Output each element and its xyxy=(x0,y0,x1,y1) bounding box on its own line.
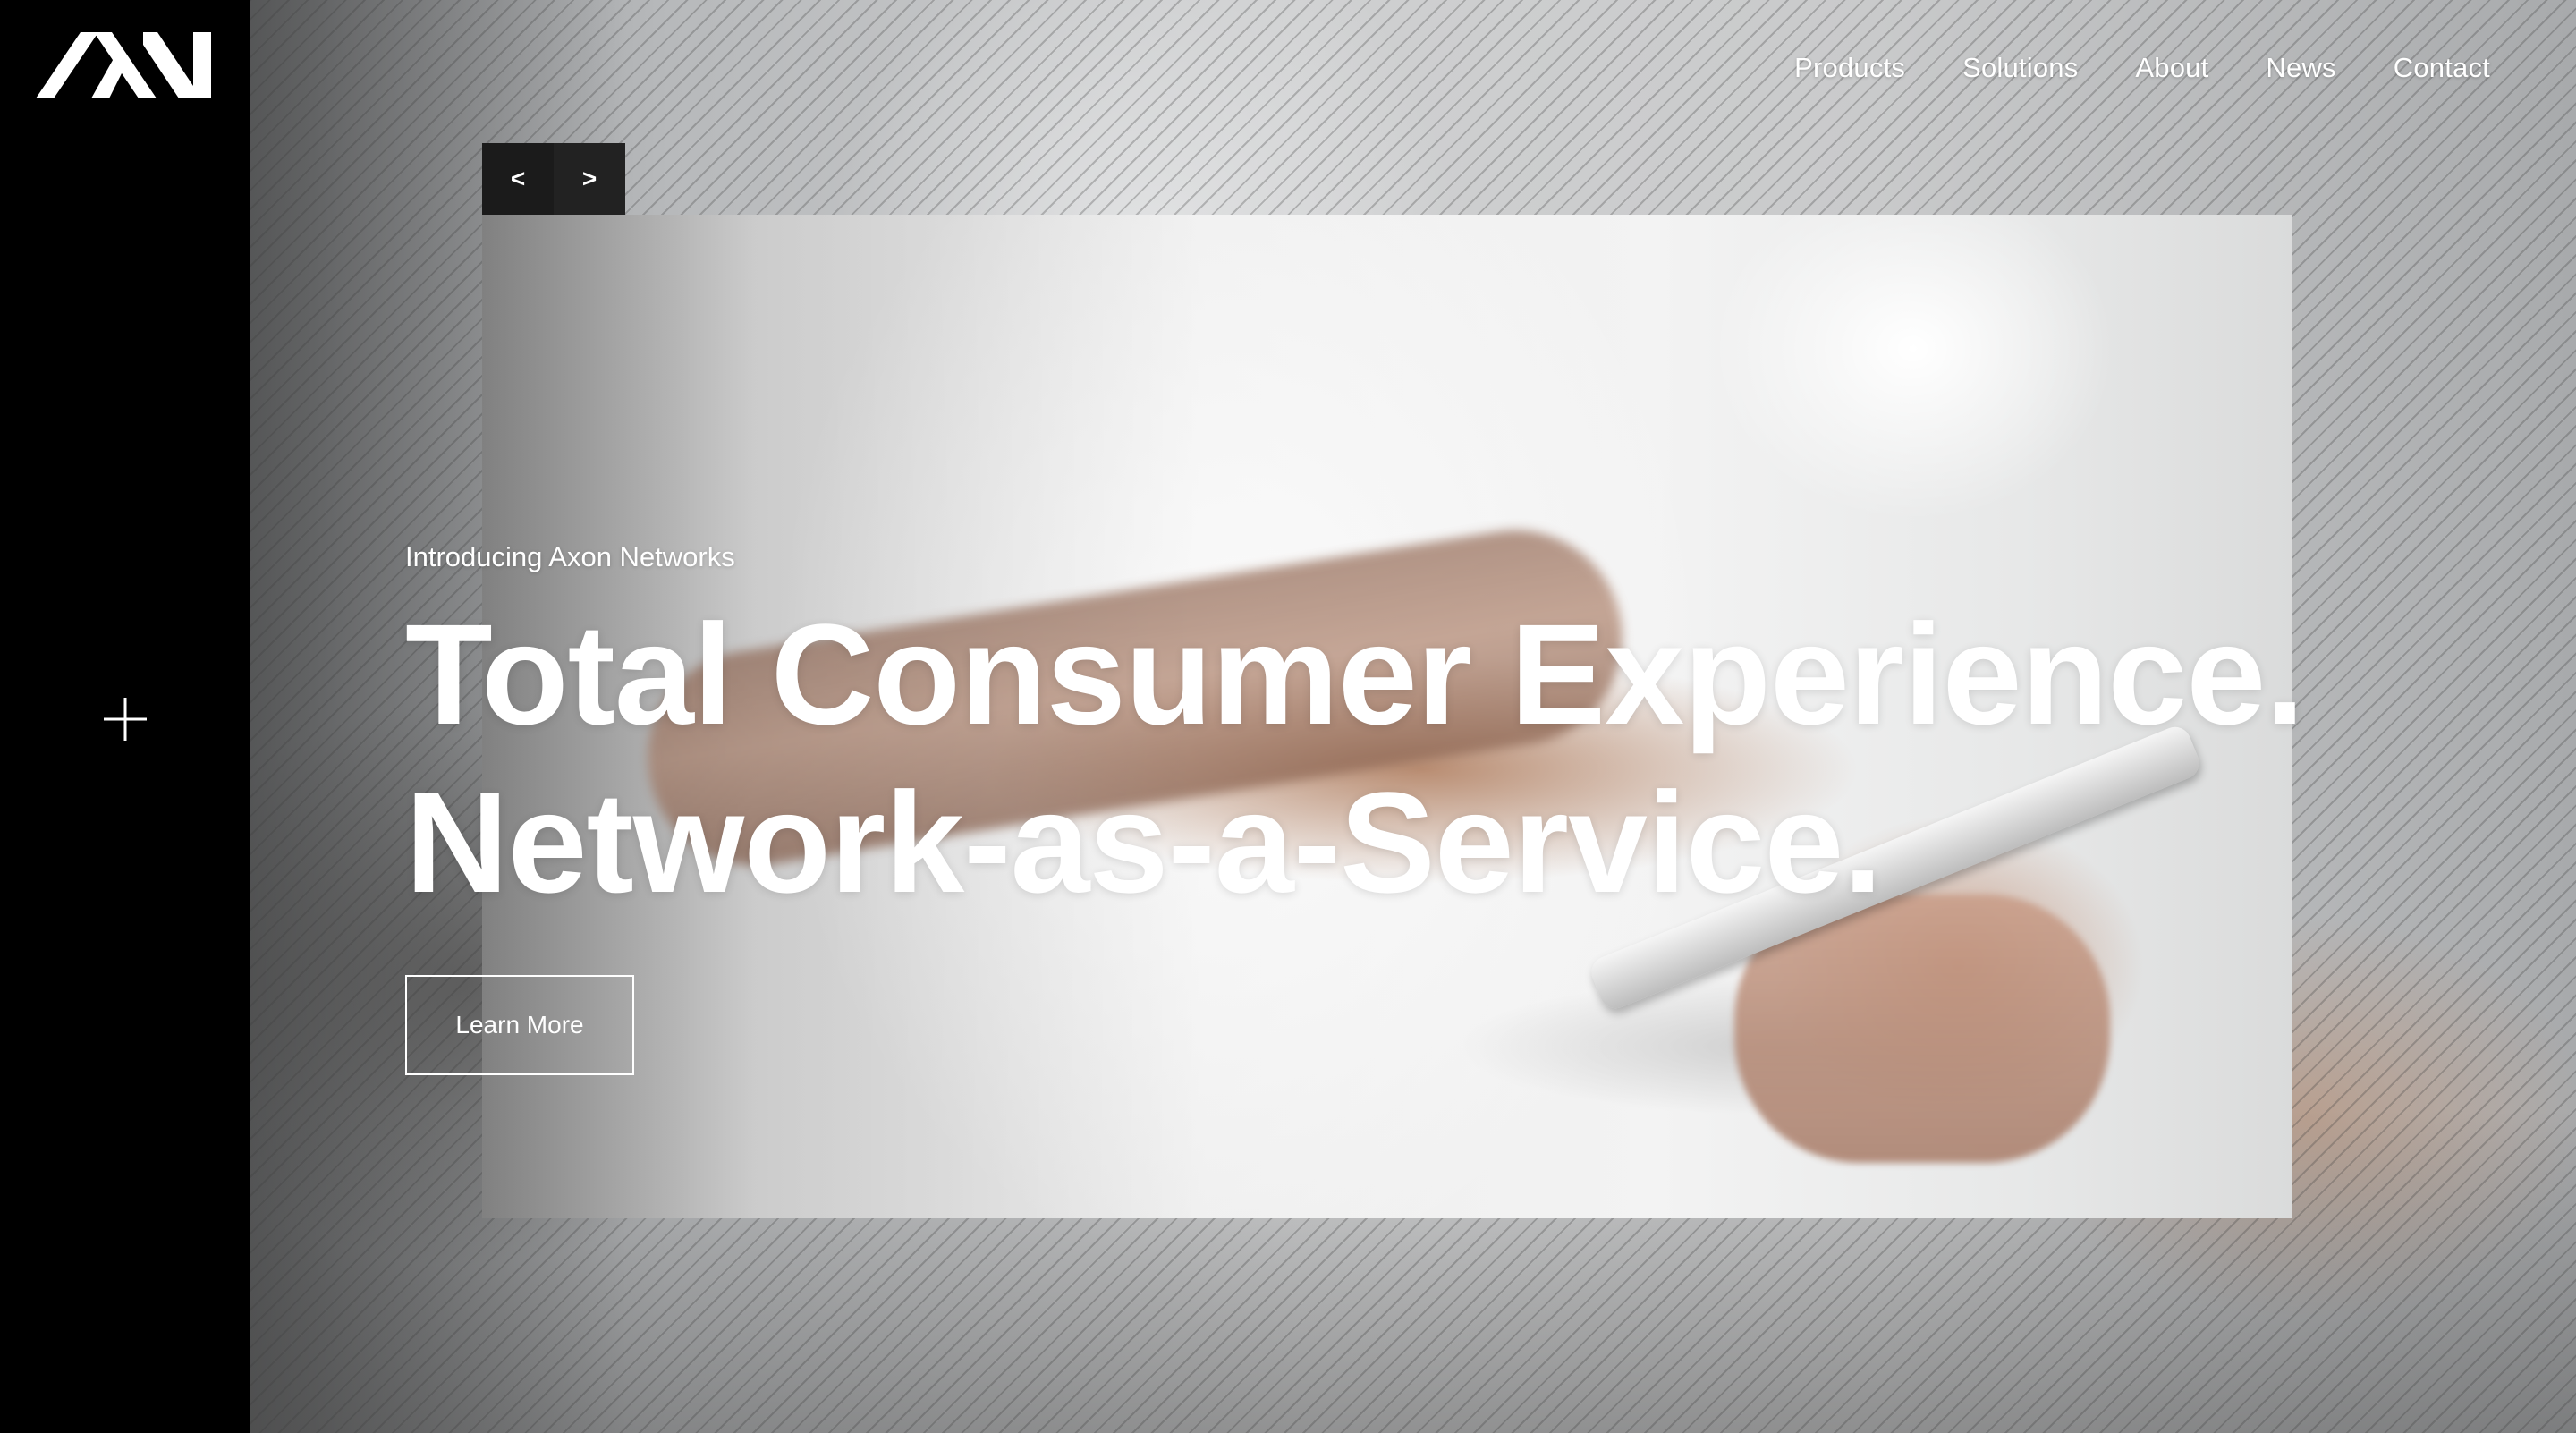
hero-eyebrow: Introducing Axon Networks xyxy=(405,541,735,572)
nav-item-about[interactable]: About xyxy=(2135,52,2208,84)
plus-icon[interactable] xyxy=(98,692,152,746)
nav-item-products[interactable]: Products xyxy=(1794,52,1905,84)
page: Products Solutions About News Contact < … xyxy=(0,0,2576,1433)
hero-headline: Total Consumer Experience. Network-as-a-… xyxy=(405,590,2305,927)
slider-next-button[interactable]: > xyxy=(554,143,625,215)
nav-item-solutions[interactable]: Solutions xyxy=(1962,52,2078,84)
nav-item-news[interactable]: News xyxy=(2266,52,2335,84)
hero-headline-line2: Network-as-a-Service. xyxy=(405,762,1883,922)
slider-prev-button[interactable]: < xyxy=(482,143,554,215)
hero-content: Introducing Axon Networks Total Consumer… xyxy=(405,537,2305,927)
sidebar xyxy=(0,0,250,1433)
nav-item-contact[interactable]: Contact xyxy=(2394,52,2490,84)
hero-headline-line1: Total Consumer Experience. xyxy=(405,594,2305,754)
slider-controls: < > xyxy=(482,143,625,215)
logo-mark xyxy=(36,32,211,98)
main-nav: Products Solutions About News Contact xyxy=(1794,52,2490,84)
learn-more-button[interactable]: Learn More xyxy=(405,975,634,1075)
axon-networks-logo-icon[interactable] xyxy=(36,32,215,98)
